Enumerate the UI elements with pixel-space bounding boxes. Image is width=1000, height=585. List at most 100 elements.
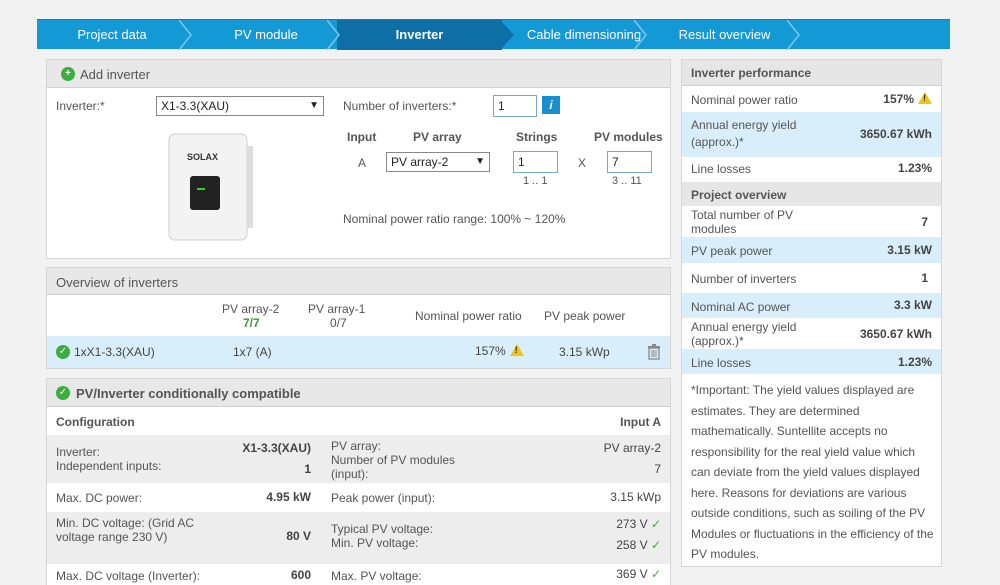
perf-line-losses-label: Line losses xyxy=(691,162,752,176)
add-inverter-header[interactable]: + Add inverter xyxy=(47,60,670,88)
col-nominal-ratio: Nominal power ratio xyxy=(415,309,522,323)
pv-array-select[interactable]: PV array-2 ▼ xyxy=(386,152,490,172)
row-config: 1x7 (A) xyxy=(233,345,272,359)
input-a-label: Input A xyxy=(620,415,661,429)
col-pv-array-2: PV array-2 xyxy=(222,302,280,316)
chevron-separator-icon xyxy=(786,20,800,50)
col-pv-array: PV array xyxy=(413,130,462,144)
inverter-value: X1-3.3(XAU) xyxy=(242,441,311,455)
pv-peak-label: PV peak power xyxy=(691,244,773,258)
strings-input[interactable]: 1 xyxy=(513,151,558,173)
performance-panel: Inverter performance Nominal power ratio… xyxy=(681,59,942,567)
nominal-ac-label: Nominal AC power xyxy=(691,300,791,314)
pv-modules-input[interactable]: 7 xyxy=(607,151,652,173)
pv-array-2-count: 7/7 xyxy=(243,316,260,330)
yield-disclaimer: *Important: The yield values displayed a… xyxy=(691,383,934,561)
peak-power-value: 3.15 kWp xyxy=(610,490,661,504)
independent-inputs-value: 1 xyxy=(304,462,311,476)
overview-losses-label: Line losses xyxy=(691,356,752,370)
max-dc-power-value: 4.95 kW xyxy=(266,490,311,504)
project-overview-title: Project overview xyxy=(691,188,787,202)
tab-result-overview[interactable]: Result overview xyxy=(657,20,792,50)
overview-panel: Overview of inverters PV array-2 7/7 PV … xyxy=(46,267,671,369)
chevron-separator-icon xyxy=(633,20,647,50)
pv-array-value: PV array-2 xyxy=(603,441,661,455)
check-circle-icon: ✓ xyxy=(56,345,70,359)
chevron-down-icon: ▼ xyxy=(475,156,485,167)
num-inverters-label: Number of inverters xyxy=(691,272,797,286)
strings-range: 1 .. 1 xyxy=(523,175,548,187)
add-inverter-title: Add inverter xyxy=(80,67,151,82)
perf-nominal-ratio-label: Nominal power ratio xyxy=(691,93,798,107)
perf-line-losses-value: 1.23% xyxy=(897,161,932,175)
typical-pv-voltage-value: 273 V ✓ xyxy=(616,517,661,531)
independent-inputs-label: Independent inputs: xyxy=(56,459,162,473)
min-dc-voltage-label: Min. DC voltage: (Grid AC voltage range … xyxy=(56,516,195,544)
check-icon: ✓ xyxy=(650,517,661,531)
col-peak-power: PV peak power xyxy=(544,309,626,323)
inverter-label: Inverter:* xyxy=(56,99,105,113)
brand-logo: SOLAX xyxy=(187,152,218,162)
multiply-symbol: X xyxy=(578,156,587,170)
num-modules-value: 7 xyxy=(654,462,661,476)
num-modules-label: Number of PV modules (input): xyxy=(331,453,456,481)
peak-power-label: Peak power (input): xyxy=(331,491,436,505)
num-inverters-label: Number of inverters:* xyxy=(343,99,457,113)
col-input: Input xyxy=(347,130,377,144)
inverter-select[interactable]: X1-3.3(XAU) ▼ xyxy=(156,96,324,116)
max-dc-voltage-label: Max. DC voltage (Inverter): xyxy=(56,569,201,583)
pv-peak-value: 3.15 kW xyxy=(887,243,932,257)
min-pv-voltage-label: Min. PV voltage: xyxy=(331,536,419,550)
perf-nominal-ratio-value: 157% xyxy=(883,92,932,106)
row-ratio: 157% xyxy=(475,344,524,358)
overview-yield-label: Annual energy yield (approx.)* xyxy=(691,320,797,348)
check-icon: ✓ xyxy=(650,567,661,581)
plus-icon: + xyxy=(61,67,75,81)
max-pv-voltage-value: 369 V ✓ xyxy=(616,567,661,581)
num-inverters-input[interactable]: 1 xyxy=(493,95,537,117)
max-dc-voltage-value: 600 xyxy=(290,568,311,582)
col-strings: Strings xyxy=(516,130,558,144)
check-circle-icon: ✓ xyxy=(56,386,70,400)
pv-array-label: PV array: xyxy=(331,439,382,453)
overview-title: Overview of inverters xyxy=(56,275,179,290)
warning-icon xyxy=(509,344,524,356)
performance-header: Inverter performance xyxy=(682,60,941,86)
step-navigation: Project data PV module Inverter Cable di… xyxy=(37,19,950,50)
tab-project-data[interactable]: Project data xyxy=(37,20,187,50)
perf-yield-value: 3650.67 kWh xyxy=(859,127,932,141)
overview-yield-value: 3650.67 kWh xyxy=(859,327,932,341)
total-modules-value: 7 xyxy=(921,215,928,229)
info-icon[interactable]: i xyxy=(542,96,560,114)
min-pv-voltage-value: 258 V ✓ xyxy=(616,538,661,552)
inverter-label: Inverter: xyxy=(56,445,101,459)
pv-array-1-count: 0/7 xyxy=(330,316,347,330)
nominal-range-text: Nominal power ratio range: 100% ~ 120% xyxy=(343,212,566,226)
tab-inverter[interactable]: Inverter xyxy=(337,20,502,50)
compatibility-panel: ✓ PV/Inverter conditionally compatible C… xyxy=(46,378,671,585)
col-pv-array-1: PV array-1 xyxy=(308,302,366,316)
typical-pv-voltage-label: Typical PV voltage: xyxy=(331,522,434,536)
modules-range: 3 .. 11 xyxy=(612,175,642,187)
perf-yield-label: Annual energy yield (approx.)* xyxy=(691,118,797,149)
configuration-label: Configuration xyxy=(56,415,135,429)
compat-header: ✓ PV/Inverter conditionally compatible xyxy=(47,379,670,407)
row-input-a: A xyxy=(358,156,367,170)
overview-losses-value: 1.23% xyxy=(897,355,932,369)
min-dc-voltage-value: 80 V xyxy=(286,529,311,543)
col-pv-modules: PV modules xyxy=(594,130,663,144)
tab-pv-module[interactable]: PV module xyxy=(187,20,345,50)
max-pv-voltage-label: Max. PV voltage: xyxy=(331,569,422,583)
chevron-down-icon: ▼ xyxy=(309,100,319,111)
check-icon: ✓ xyxy=(650,538,661,552)
trash-icon[interactable] xyxy=(647,344,661,360)
warning-icon xyxy=(918,92,932,104)
compat-title: PV/Inverter conditionally compatible xyxy=(76,386,301,401)
row-inverter-name: 1xX1-3.3(XAU) xyxy=(74,345,155,359)
add-inverter-panel: + Add inverter Inverter:* X1-3.3(XAU) ▼ N… xyxy=(46,59,671,259)
overview-header: Overview of inverters xyxy=(47,268,670,295)
chevron-separator-icon xyxy=(327,20,340,50)
performance-title: Inverter performance xyxy=(691,66,812,80)
max-dc-power-label: Max. DC power: xyxy=(56,491,143,505)
row-peak: 3.15 kWp xyxy=(559,345,610,359)
